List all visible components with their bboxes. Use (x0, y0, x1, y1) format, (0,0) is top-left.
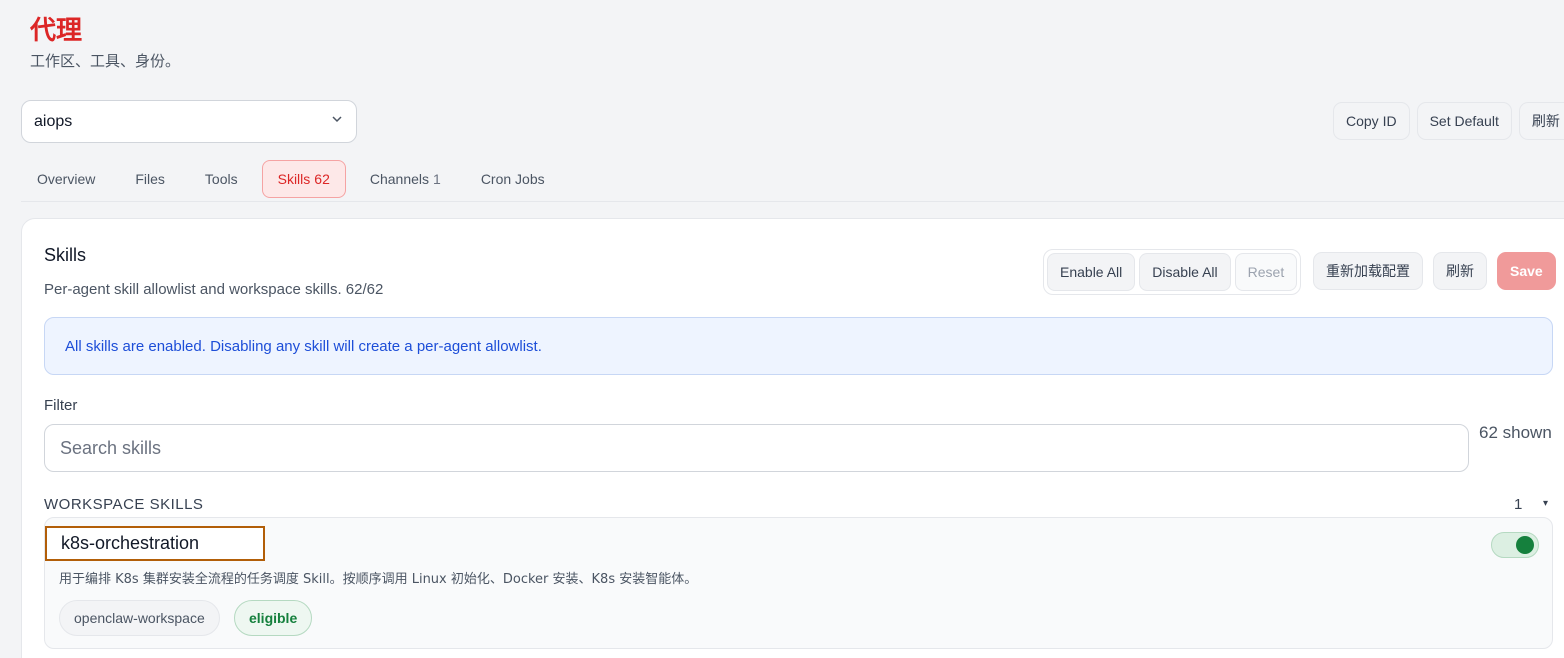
tab-overview[interactable]: Overview (21, 160, 111, 198)
tab-files[interactable]: Files (119, 160, 181, 198)
toggle-knob (1516, 536, 1534, 554)
tab-count: 1 (433, 171, 441, 187)
tab-cron-jobs[interactable]: Cron Jobs (465, 160, 561, 198)
skills-refresh-button[interactable]: 刷新 (1433, 252, 1487, 290)
collapse-caret-icon[interactable]: ▾ (1543, 498, 1548, 509)
shown-count: 62 shown (1479, 423, 1552, 442)
skills-panel-title: Skills (44, 245, 87, 265)
set-default-button[interactable]: Set Default (1416, 102, 1512, 140)
tab-skills[interactable]: Skills 62 (261, 160, 346, 198)
agent-select[interactable]: aiops (21, 100, 357, 143)
skill-description: 用于编排 K8s 集群安装全流程的任务调度 Skill。按顺序调用 Linux … (59, 572, 698, 587)
enable-all-button[interactable]: Enable All (1047, 253, 1136, 291)
refresh-button[interactable]: 刷新 (1518, 102, 1564, 140)
tab-label: Overview (37, 171, 96, 187)
tab-channels[interactable]: Channels 1 (354, 160, 457, 198)
bulk-action-group: Enable All Disable All Reset (1043, 249, 1302, 295)
tab-label: Channels (369, 171, 430, 187)
skill-card: k8s-orchestration 用于编排 K8s 集群安装全流程的任务调度 … (44, 517, 1553, 649)
skill-enabled-toggle[interactable] (1491, 532, 1539, 558)
tab-label: Skills (277, 171, 311, 187)
tab-bar: Overview Files Tools Skills 62 Channels … (21, 160, 1564, 202)
tab-count: 62 (314, 171, 330, 187)
reload-config-button[interactable]: 重新加载配置 (1313, 252, 1423, 290)
disable-all-button[interactable]: Disable All (1139, 253, 1231, 291)
search-input[interactable] (44, 424, 1469, 472)
skills-panel-actions: 重新加载配置 刷新 Save (1313, 252, 1556, 290)
skills-panel: Skills Per-agent skill allowlist and wor… (21, 218, 1564, 658)
skill-name[interactable]: k8s-orchestration (45, 526, 265, 561)
info-banner: All skills are enabled. Disabling any sk… (44, 317, 1553, 375)
page-title: 代理 (30, 16, 83, 46)
skill-status-badge: eligible (234, 600, 313, 636)
filter-label: Filter (44, 397, 78, 414)
reset-button[interactable]: Reset (1234, 253, 1298, 291)
section-title: WORKSPACE SKILLS (44, 496, 204, 513)
page-subtitle: 工作区、工具、身份。 (30, 52, 181, 70)
section-count: 1 (1514, 496, 1523, 513)
top-actions: Copy ID Set Default 刷新 (1333, 102, 1564, 140)
agent-select-value: aiops (34, 112, 73, 130)
info-banner-text: All skills are enabled. Disabling any sk… (65, 337, 542, 355)
skill-source-badge: openclaw-workspace (59, 600, 220, 636)
tab-label: Tools (204, 171, 238, 187)
tab-tools[interactable]: Tools (189, 160, 254, 198)
chevron-down-icon (330, 112, 344, 131)
tab-label: Cron Jobs (480, 171, 545, 187)
save-button[interactable]: Save (1497, 252, 1556, 290)
copy-id-button[interactable]: Copy ID (1333, 102, 1410, 140)
skills-panel-subtitle: Per-agent skill allowlist and workspace … (44, 281, 384, 298)
tab-label: Files (135, 171, 165, 187)
